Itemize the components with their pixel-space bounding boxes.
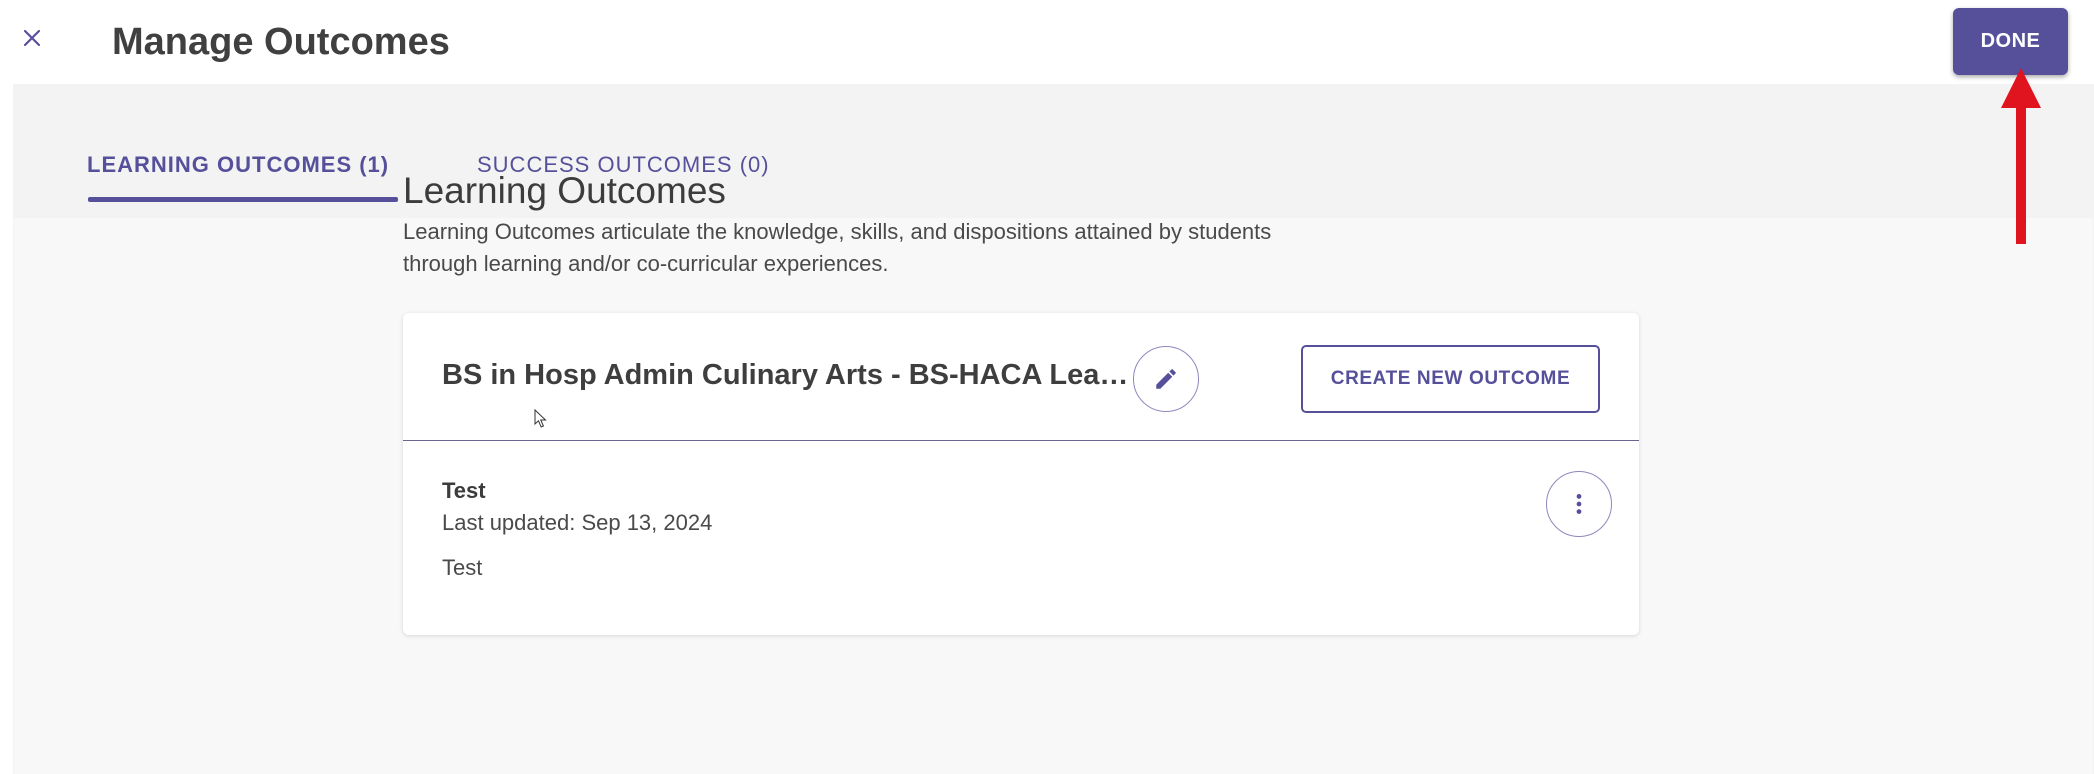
- close-button[interactable]: [14, 20, 50, 56]
- outcome-menu-button[interactable]: [1546, 471, 1612, 537]
- card-header: BS in Hosp Admin Culinary Arts - BS-HACA…: [403, 313, 1639, 441]
- close-icon: [23, 29, 41, 47]
- outcome-set-title: BS in Hosp Admin Culinary Arts - BS-HACA…: [442, 359, 1132, 391]
- page-header: Manage Outcomes DONE: [0, 0, 2094, 84]
- pencil-icon: [1156, 369, 1176, 389]
- create-new-outcome-button[interactable]: CREATE NEW OUTCOME: [1301, 345, 1600, 413]
- active-tab-indicator: [88, 197, 398, 202]
- section-title: Learning Outcomes: [403, 170, 726, 211]
- manage-outcomes-page: Manage Outcomes DONE LEARNING OUTCOMES (…: [0, 0, 2094, 774]
- section-description: Learning Outcomes articulate the knowled…: [403, 219, 1272, 276]
- mouse-cursor-icon: [534, 409, 547, 428]
- outcome-name: Test: [442, 478, 486, 503]
- done-button[interactable]: DONE: [1953, 8, 2068, 75]
- more-vertical-icon: [1576, 494, 1582, 514]
- annotation-arrow-icon: [2001, 68, 2041, 244]
- edit-outcome-set-button[interactable]: [1133, 346, 1199, 412]
- tab-learning-outcomes[interactable]: LEARNING OUTCOMES (1): [87, 150, 397, 218]
- tab-bar: LEARNING OUTCOMES (1) SUCCESS OUTCOMES (…: [13, 84, 2094, 218]
- outcome-set-card: BS in Hosp Admin Culinary Arts - BS-HACA…: [403, 313, 1639, 635]
- page-title: Manage Outcomes: [112, 21, 450, 63]
- outcome-last-updated: Last updated: Sep 13, 2024: [442, 510, 713, 535]
- list-item: Test Last updated: Sep 13, 2024 Test: [403, 441, 1639, 635]
- outcome-description: Test: [442, 555, 483, 580]
